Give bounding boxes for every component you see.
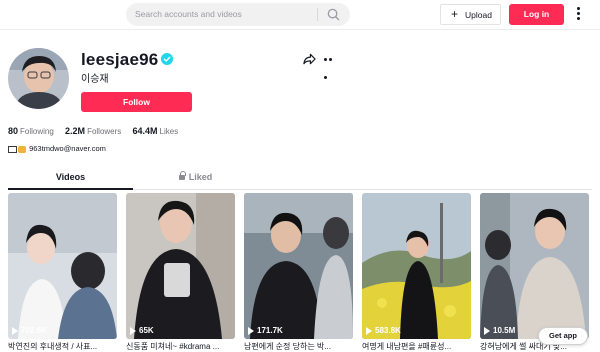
video-thumbnail[interactable]: 171.7K xyxy=(244,193,353,339)
more-options-icon[interactable] xyxy=(573,7,583,23)
pointing-hand-icon xyxy=(18,146,26,154)
plus-icon: + xyxy=(451,7,459,21)
video-card[interactable]: 10.5M 강혀남에게 썰 싸대기 맞... xyxy=(480,193,589,351)
video-card[interactable]: 702.6K 박연진의 후내생적 / 사표... xyxy=(8,193,117,351)
profile-username: leesjae96 xyxy=(81,50,159,69)
play-icon xyxy=(12,326,18,335)
view-count: 171.7K xyxy=(248,326,283,335)
lock-icon xyxy=(178,171,186,181)
follow-button[interactable]: Follow xyxy=(81,92,192,112)
following-stat[interactable]: 80 Following xyxy=(8,126,54,136)
video-card[interactable]: 171.7K 남편에게 순정 당하는 박... xyxy=(244,193,353,351)
search-bar[interactable]: Search accounts and videos xyxy=(126,3,350,26)
profile-nickname: 이승재 xyxy=(81,74,109,85)
view-count: 702.6K xyxy=(12,326,47,335)
tab-liked[interactable]: Liked xyxy=(133,171,258,182)
get-app-button[interactable]: Get app xyxy=(538,327,588,345)
play-icon xyxy=(484,326,490,335)
play-icon xyxy=(366,326,372,335)
search-divider xyxy=(317,8,318,21)
play-icon xyxy=(130,326,136,335)
avatar xyxy=(8,48,69,109)
video-thumbnail[interactable]: 10.5M xyxy=(480,193,589,339)
video-caption[interactable]: 여명게 내남편을 #패륜성... xyxy=(362,341,471,352)
mail-icon xyxy=(8,146,17,154)
upload-label: Upload xyxy=(465,10,492,20)
video-caption[interactable]: 신동품 미쳐네~ #kdrama ... xyxy=(126,341,235,352)
active-tab-indicator xyxy=(8,188,133,190)
profile-tabs: Videos Liked xyxy=(8,168,592,190)
view-count: 10.5M xyxy=(484,326,515,335)
more-horizontal-icon[interactable] xyxy=(324,58,337,79)
profile-stats: 80 Following 2.2M Followers 64.4M Likes xyxy=(8,126,187,136)
bio-text: 963tmdwo@naver.com xyxy=(29,144,106,153)
view-count: 65K xyxy=(130,326,154,335)
view-count: 583.8K xyxy=(366,326,401,335)
tab-videos[interactable]: Videos xyxy=(8,172,133,182)
video-caption[interactable]: 남편에게 순정 당하는 박... xyxy=(244,341,353,352)
likes-stat: 64.4M Likes xyxy=(132,126,179,136)
search-input[interactable]: Search accounts and videos xyxy=(135,9,242,19)
profile-bio: 963tmdwo@naver.com xyxy=(8,144,106,154)
login-button[interactable]: Log in xyxy=(509,4,564,25)
search-icon[interactable] xyxy=(326,7,341,22)
share-icon[interactable] xyxy=(303,53,316,65)
video-thumbnail[interactable]: 65K xyxy=(126,193,235,339)
upload-button[interactable]: + Upload xyxy=(440,4,501,25)
verified-icon xyxy=(161,53,173,65)
followers-stat[interactable]: 2.2M Followers xyxy=(65,126,121,136)
top-bar: Search accounts and videos + Upload Log … xyxy=(0,0,600,30)
video-card[interactable]: 583.8K 여명게 내남편을 #패륜성... xyxy=(362,193,471,351)
video-thumbnail[interactable]: 583.8K xyxy=(362,193,471,339)
video-grid: 702.6K 박연진의 후내생적 / 사표... 65K 신동품 미쳐네~ #k… xyxy=(8,193,592,351)
video-card[interactable]: 65K 신동품 미쳐네~ #kdrama ... xyxy=(126,193,235,351)
play-icon xyxy=(248,326,254,335)
video-caption[interactable]: 박연진의 후내생적 / 사표... xyxy=(8,341,117,352)
video-thumbnail[interactable]: 702.6K xyxy=(8,193,117,339)
